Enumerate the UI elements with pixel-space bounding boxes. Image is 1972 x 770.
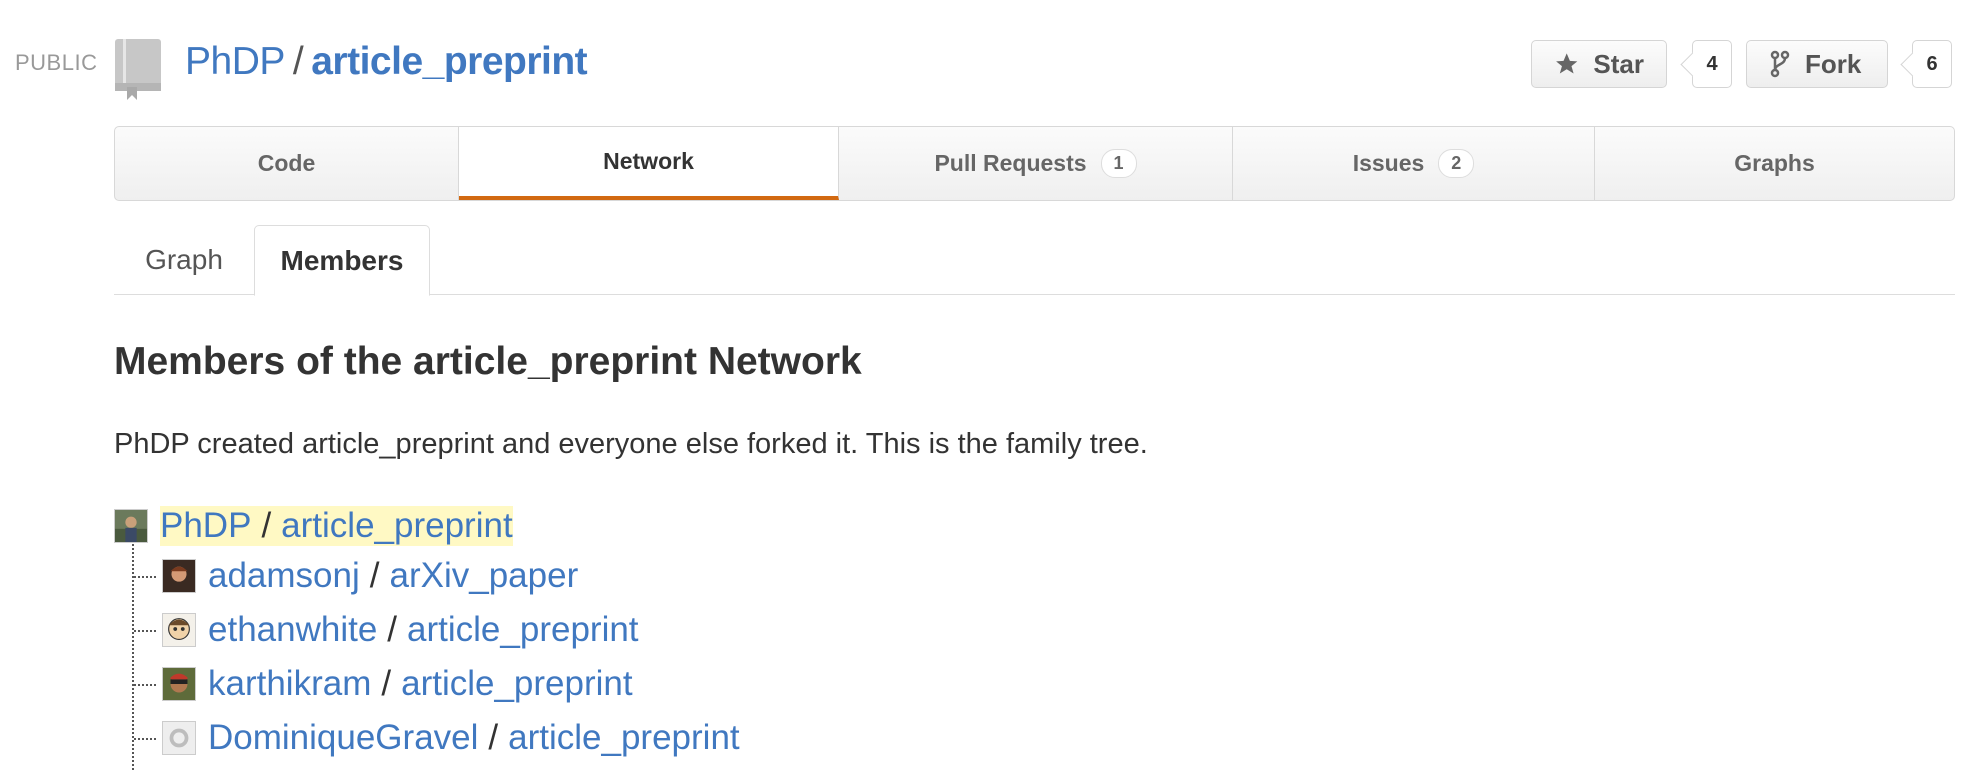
tab-code[interactable]: Code [115,127,459,200]
network-subnav: Graph Members [114,225,1955,296]
member-owner-link[interactable]: PhDP [160,506,251,546]
avatar [162,721,196,755]
tree-branch-line [134,684,156,686]
member-owner-link[interactable]: karthikram [208,664,371,704]
star-label: Star [1593,48,1644,79]
star-button[interactable]: Star [1531,40,1667,88]
tree-branch-line [134,630,156,632]
tab-graphs[interactable]: Graphs [1595,127,1954,200]
tab-pull-requests[interactable]: Pull Requests 1 [839,127,1233,200]
tab-label: Network [603,148,694,174]
fork-button[interactable]: Fork [1746,40,1888,88]
list-item: ethanwhite / article_preprint [162,610,639,650]
star-count[interactable]: 4 [1692,40,1732,88]
page-title: Members of the article_preprint Network [114,340,862,383]
list-item: karthikram / article_preprint [162,664,633,704]
star-icon [1556,53,1578,74]
fork-label: Fork [1805,48,1862,79]
tree-branch-line [134,576,156,578]
repo-title: PhDP / article_preprint [185,40,588,84]
avatar [114,509,148,543]
avatar [162,667,196,701]
owner-link[interactable]: PhDP [185,40,285,83]
member-separator: / [488,718,499,757]
tab-label: Graphs [1734,150,1815,176]
issues-counter: 2 [1438,149,1475,178]
tree-trunk-line [132,540,134,770]
tab-label: Pull Requests [934,150,1087,176]
member-repo-link[interactable]: article_preprint [407,610,639,650]
member-repo-link[interactable]: article_preprint [281,506,513,546]
repo-nav: Code Network Pull Requests 1 Issues 2 Grap… [114,126,1955,201]
list-item: adamsonj / arXiv_paper [162,556,578,596]
subtab-graph[interactable]: Graph [114,225,254,295]
tab-issues[interactable]: Issues 2 [1233,127,1595,200]
member-owner-link[interactable]: DominiqueGravel [208,718,478,758]
tab-label: Issues [1352,150,1425,176]
tree-root: PhDP / article_preprint [114,506,513,546]
repo-name-link[interactable]: article_preprint [311,40,587,83]
title-separator: / [292,40,304,83]
member-separator: / [261,506,272,545]
member-owner-link[interactable]: ethanwhite [208,610,377,650]
member-repo-link[interactable]: article_preprint [508,718,740,758]
avatar [162,559,196,593]
pull-requests-counter: 1 [1100,149,1137,178]
member-repo-link[interactable]: arXiv_paper [390,556,579,596]
root-highlight: PhDP / article_preprint [160,506,513,546]
member-owner-link[interactable]: adamsonj [208,556,360,596]
repo-icon [115,39,161,100]
page-description: PhDP created article_preprint and everyo… [114,428,1148,460]
visibility-label: PUBLIC [15,50,98,75]
tab-label: Code [257,150,316,176]
tree-branch-line [134,738,156,740]
member-separator: / [387,610,398,649]
member-repo-link[interactable]: article_preprint [401,664,633,704]
subtab-members[interactable]: Members [254,225,430,296]
member-separator: / [369,556,380,595]
member-separator: / [381,664,392,703]
fork-icon [1770,50,1790,78]
list-item: DominiqueGravel / article_preprint [162,718,740,758]
fork-count[interactable]: 6 [1912,40,1952,88]
avatar [162,613,196,647]
tab-network[interactable]: Network [459,127,839,200]
